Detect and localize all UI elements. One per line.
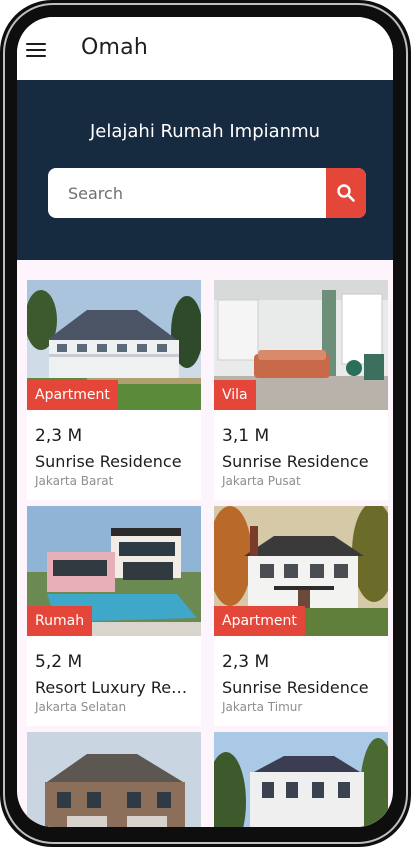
listing-card[interactable]: [27, 732, 201, 827]
property-price: 2,3 M: [35, 426, 83, 446]
app-title: Omah: [81, 35, 148, 60]
app-screen: Omah Jelajahi Rumah Impianmu Search Apar…: [17, 17, 393, 827]
search-icon: [337, 184, 355, 202]
menu-icon[interactable]: [26, 43, 46, 57]
property-type-badge: Apartment: [27, 380, 118, 410]
property-name: Sunrise Residence: [35, 452, 182, 471]
property-price: 5,2 M: [35, 652, 83, 672]
property-photo: [27, 732, 201, 827]
property-name: Sunrise Residence: [222, 452, 369, 471]
search-input[interactable]: [48, 168, 318, 218]
mansion-photo-graphic: [214, 732, 388, 827]
property-location: Jakarta Pusat: [222, 474, 301, 488]
property-price: 3,1 M: [222, 426, 270, 446]
property-name: Resort Luxury Residence: [35, 678, 195, 697]
property-photo: [214, 732, 388, 827]
search-button[interactable]: [326, 168, 366, 218]
property-name: Sunrise Residence: [222, 678, 369, 697]
property-type-badge: Rumah: [27, 606, 93, 636]
property-location: Jakarta Barat: [35, 474, 114, 488]
property-location: Jakarta Selatan: [35, 700, 127, 714]
listing-card[interactable]: Vila 3,1 M Sunrise Residence Jakarta Pus…: [214, 280, 388, 500]
app-bar: Omah: [17, 17, 393, 80]
listing-card[interactable]: Apartment 2,3 M Sunrise Residence Jakart…: [214, 506, 388, 726]
listing-card[interactable]: [214, 732, 388, 827]
listing-card[interactable]: Rumah 5,2 M Resort Luxury Residence Jaka…: [27, 506, 201, 726]
property-price: 2,3 M: [222, 652, 270, 672]
listing-card[interactable]: Apartment 2,3 M Sunrise Residence Jakart…: [27, 280, 201, 500]
hero-banner: Jelajahi Rumah Impianmu: [17, 80, 393, 260]
property-type-badge: Apartment: [214, 606, 305, 636]
device-frame: Omah Jelajahi Rumah Impianmu Search Apar…: [0, 0, 411, 847]
property-location: Jakarta Timur: [222, 700, 303, 714]
property-type-badge: Vila: [214, 380, 256, 410]
hero-title: Jelajahi Rumah Impianmu: [89, 121, 321, 142]
brick-house-photo-graphic: [27, 732, 201, 827]
search-bar: [48, 168, 366, 218]
